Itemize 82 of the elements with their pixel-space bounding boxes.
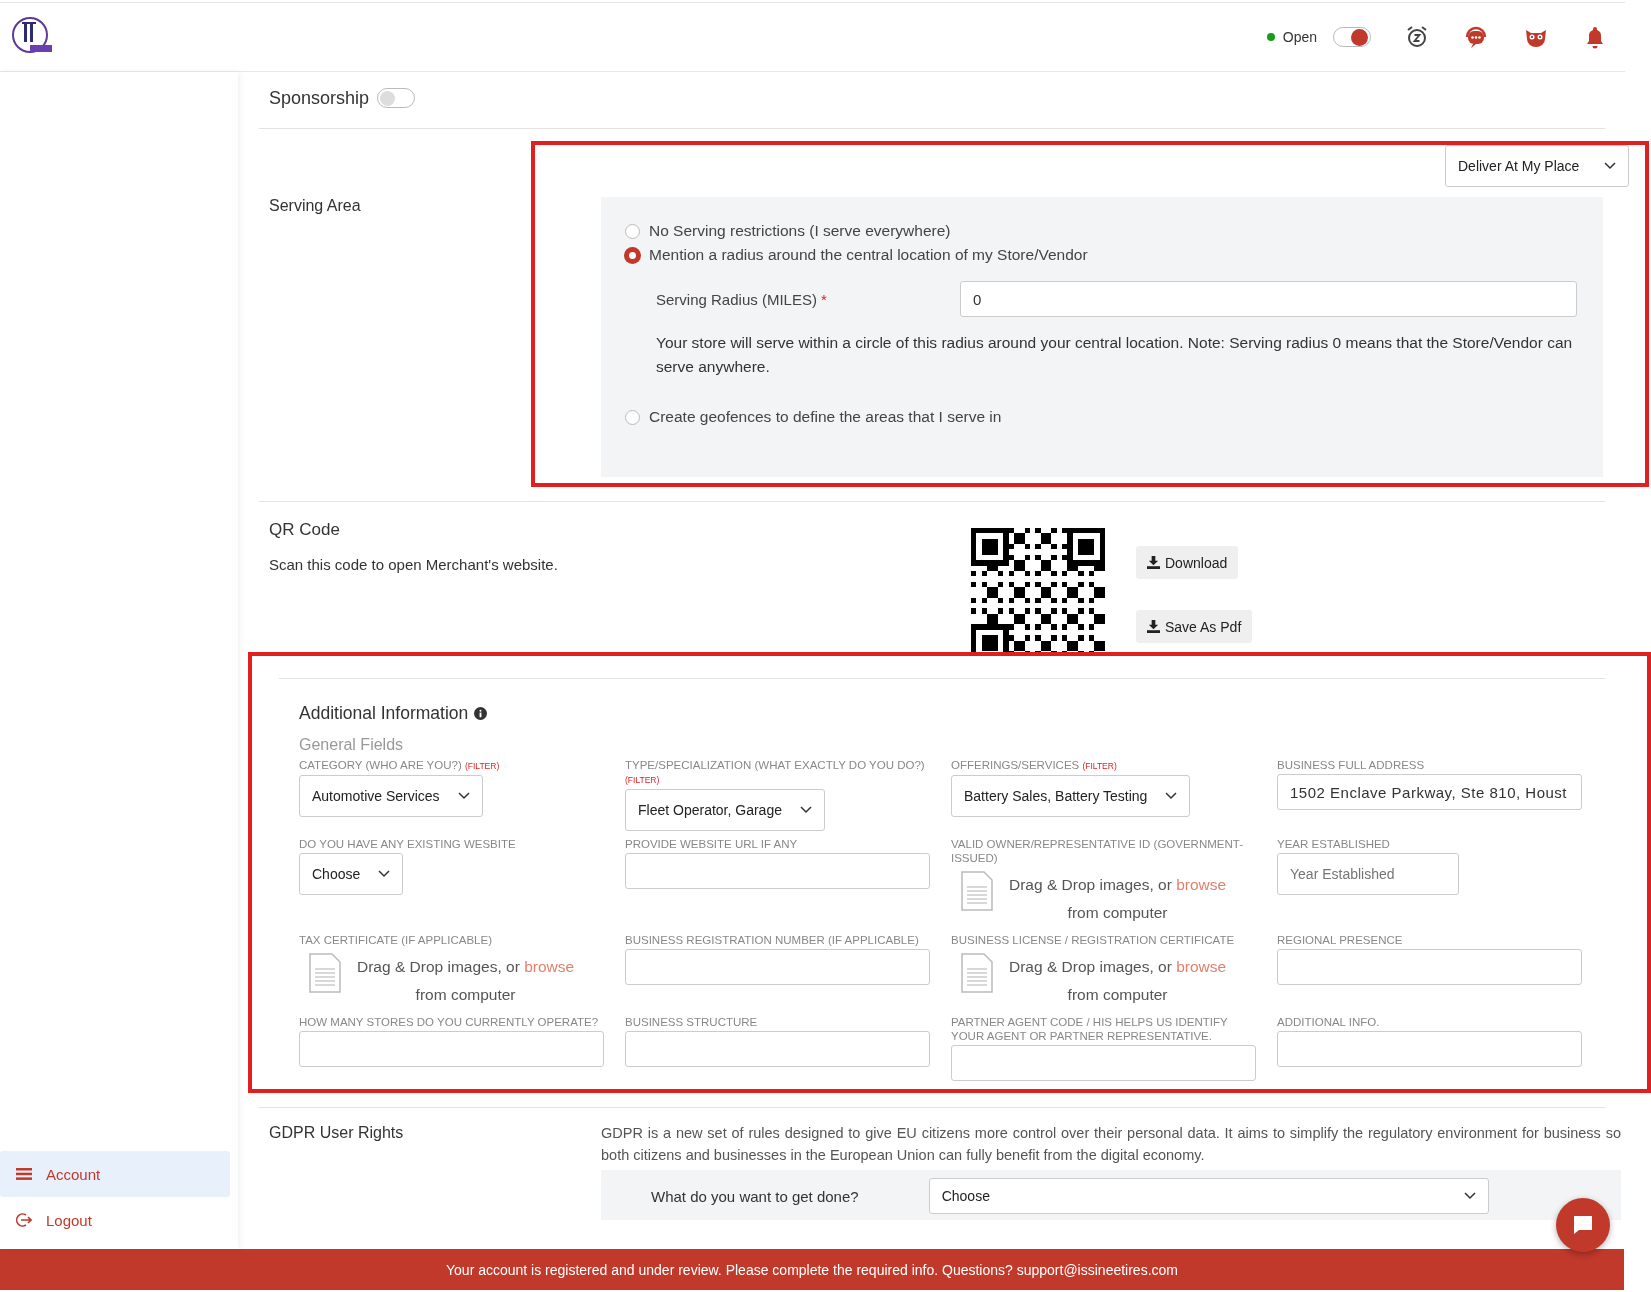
chevron-icon <box>799 806 812 814</box>
section-subtitle: General Fields <box>299 736 405 754</box>
drop-zone-subtext: from computer <box>1066 903 1169 923</box>
field-label: TYPE/SPECIALIZATION (WHAT EXACTLY DO YOU DO?) (FILTER) <box>625 758 926 787</box>
field-label: BUSINESS STRUCTURE <box>625 1015 759 1029</box>
drop-zone-text: Drag & Drop images, or browse <box>1009 957 1227 977</box>
select-field[interactable]: Choose <box>299 853 404 895</box>
input-field[interactable] <box>625 1031 930 1067</box>
radio-label: Create geofences to define the areas that I serve in <box>649 408 1002 426</box>
input-field[interactable] <box>299 1031 604 1067</box>
drop-zone-subtext: from computer <box>1066 985 1169 1005</box>
field-label: YEAR ESTABLISHED <box>1277 837 1391 851</box>
alarm-clock-icon[interactable] <box>1405 25 1429 49</box>
info-icon[interactable] <box>474 707 488 720</box>
open-toggle[interactable] <box>1333 27 1371 47</box>
field-label: REGIONAL PRESENCE <box>1277 933 1404 947</box>
sponsorship-label: Sponsorship <box>269 87 370 109</box>
qr-code-description: Scan this code to open Merchant's website. <box>269 556 559 573</box>
drop-zone-text: Drag & Drop images, or browse <box>357 957 575 977</box>
field-label: TAX CERTIFICATE (IF APPLICABLE) <box>299 933 493 947</box>
input-field[interactable]: 1502 Enclave Parkway, Ste 810, Houst <box>1277 774 1582 810</box>
chat-headset-icon[interactable] <box>1463 25 1489 49</box>
input-field[interactable] <box>951 1045 1256 1081</box>
input-field[interactable]: Year Established <box>1277 853 1459 895</box>
download-button[interactable]: Download <box>1136 546 1239 579</box>
field-label: BUSINESS FULL ADDRESS <box>1277 758 1426 772</box>
drop-zone-subtext: from computer <box>414 985 517 1005</box>
serving-area-label: Serving Area <box>268 196 362 216</box>
select-field[interactable]: Fleet Operator, Garage <box>625 789 825 831</box>
field-label: PROVIDE WEBSITE URL IF ANY <box>625 837 799 851</box>
status-dot <box>1266 33 1275 41</box>
radio-label: No Serving restrictions (I serve everywhere) <box>649 222 951 240</box>
drop-zone-text: Drag & Drop images, or browse <box>1009 875 1227 895</box>
gdpr-question: What do you want to get done? <box>651 1187 859 1205</box>
radius-label: Serving Radius (MILES) * <box>656 290 828 308</box>
gdpr-title: GDPR User Rights <box>268 1123 405 1143</box>
input-field[interactable] <box>625 853 930 889</box>
field-label: OFFERINGS/SERVICES (FILTER) <box>951 758 1118 773</box>
gdpr-description: GDPR is a new set of rules designed to give EU citizens more control over their personal data. It aims to simplify the regulatory environment for business so both citizens and businesses in the European Union can fully benefit from the digital economy. <box>601 1124 1621 1165</box>
radius-input[interactable]: 0 <box>960 281 1577 317</box>
input-field[interactable] <box>1277 1031 1582 1067</box>
input-field[interactable] <box>1277 949 1582 985</box>
status-label: Open <box>1282 29 1317 45</box>
field-label: BUSINESS LICENSE / REGISTRATION CERTIFICATE <box>951 933 1236 947</box>
field-label: BUSINESS REGISTRATION NUMBER (IF APPLICABLE) <box>625 933 920 947</box>
field-label: PARTNER AGENT CODE / HIS HELPS US IDENTIFY YOUR AGENT OR PARTNER REPRESENTATIVE. <box>951 1015 1229 1043</box>
delivery-select[interactable]: Deliver At My Place <box>1445 145 1629 187</box>
banner-text: Your account is registered and under review. Please complete the required info. Questions? support@issineetires.com <box>446 1261 1178 1278</box>
field-label: HOW MANY STORES DO YOU CURRENTLY OPERATE? <box>299 1015 600 1029</box>
download-button[interactable]: Save As Pdf <box>1136 610 1253 643</box>
radius-note: Your store will serve within a circle of this radius around your central location. Note: Serving radius 0 means that the Store/Vendor can serve anywhere. <box>656 333 1574 377</box>
sponsorship-toggle[interactable] <box>377 88 416 108</box>
chevron-icon <box>457 792 470 800</box>
section-title: Additional Information <box>299 703 469 724</box>
document-icon <box>961 871 993 911</box>
radio-button[interactable] <box>625 247 640 263</box>
chevron-icon <box>1165 792 1178 800</box>
radio-label: Mention a radius around the central location of my Store/Vendor <box>649 246 1088 264</box>
chevron-icon <box>1463 1192 1476 1200</box>
logout-icon <box>16 1212 32 1228</box>
field-label: VALID OWNER/REPRESENTATIVE ID (GOVERNMENT-ISSUED) <box>951 837 1244 865</box>
field-label: DO YOU HAVE ANY EXISTING WESBITE <box>299 837 517 851</box>
gdpr-select[interactable]: Choose <box>928 1178 1489 1214</box>
sidebar-item[interactable]: Logout <box>0 1197 230 1243</box>
sidebar-item[interactable]: Account <box>0 1151 230 1197</box>
logo-icon <box>10 15 54 55</box>
download-icon <box>1147 620 1160 633</box>
document-icon <box>309 953 341 993</box>
chevron-icon <box>1604 162 1616 170</box>
select-field[interactable]: Battery Sales, Battery Testing <box>951 775 1191 817</box>
chat-icon <box>1571 1213 1595 1237</box>
select-field[interactable]: Automotive Services <box>299 775 483 817</box>
field-label: CATEGORY (WHO ARE YOU?) (FILTER) <box>299 758 501 773</box>
input-field[interactable] <box>625 949 930 985</box>
radio-button[interactable] <box>625 223 640 239</box>
chevron-icon <box>378 870 391 878</box>
download-icon <box>1147 556 1160 569</box>
document-icon <box>961 953 993 993</box>
field-label: ADDITIONAL INFO. <box>1277 1015 1381 1029</box>
list-icon <box>16 1168 32 1180</box>
radio-button[interactable] <box>625 409 640 425</box>
qr-code-title: QR Code <box>269 520 341 540</box>
